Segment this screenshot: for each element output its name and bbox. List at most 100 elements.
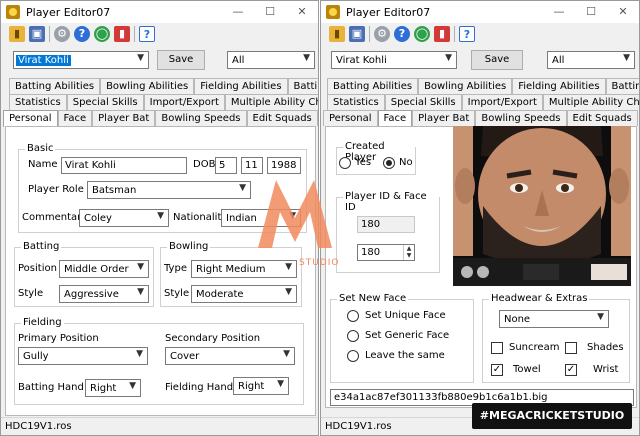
tab-import-export[interactable]: Import/Export [461, 94, 543, 110]
name-field[interactable]: Virat Kohli [61, 157, 187, 174]
set-generic-face-radio[interactable] [347, 330, 359, 342]
tab-statistics[interactable]: Statistics [327, 94, 385, 110]
about-icon[interactable]: ? [459, 26, 475, 42]
chevron-down-icon: ▼ [283, 349, 290, 359]
tab-edit-squads[interactable]: Edit Squads [566, 110, 638, 126]
minimize-button[interactable]: — [543, 1, 575, 23]
bowling-style-select[interactable]: Moderate ▼ [191, 285, 297, 303]
chevron-down-icon: ▼ [239, 183, 246, 193]
leave-same-radio[interactable] [347, 350, 359, 362]
chevron-down-icon: ▼ [623, 53, 630, 63]
tab-statistics[interactable]: Statistics [9, 94, 67, 110]
player-face-id-group: Player ID & Face ID 180 180 ▲ ▼ [336, 191, 440, 273]
gear-icon[interactable]: ⚙ [374, 26, 390, 42]
wrist-checkbox[interactable]: ✓ [565, 364, 577, 376]
save-disk-icon[interactable]: ▣ [29, 26, 45, 42]
fielding-hand-label: Fielding Hand [165, 382, 234, 393]
tab-bowling-speeds[interactable]: Bowling Speeds [475, 110, 567, 126]
leave-same-label: Leave the same [365, 350, 445, 361]
gear-icon[interactable]: ⚙ [54, 26, 70, 42]
tab-personal[interactable]: Personal [323, 110, 378, 126]
headwear-extras-group: Headwear & Extras None ▼ Suncream Shades… [482, 293, 630, 383]
minimize-button[interactable]: — [222, 1, 254, 23]
chevron-down-icon: ▼ [136, 349, 143, 359]
wrist-label: Wrist [593, 364, 619, 375]
secondary-position-select[interactable]: Cover ▼ [165, 347, 295, 365]
book-icon[interactable]: ▮ [434, 26, 450, 42]
tab-bowling-speeds[interactable]: Bowling Speeds [155, 110, 247, 126]
batting-style-select[interactable]: Aggressive ▼ [59, 285, 149, 303]
headwear-select[interactable]: None ▼ [499, 310, 609, 328]
tab-bowling-abilities[interactable]: Bowling Abilities [100, 78, 195, 94]
filter-select[interactable]: All ▼ [547, 51, 635, 69]
dob-day-field[interactable]: 5 [215, 157, 237, 174]
set-unique-face-radio[interactable] [347, 310, 359, 322]
tab-face[interactable]: Face [57, 110, 93, 126]
open-folder-icon[interactable]: ▮ [9, 26, 25, 42]
batting-hand-select[interactable]: Right ▼ [85, 379, 141, 397]
about-icon[interactable]: ? [139, 26, 155, 42]
tab-batting-skills[interactable]: Batting Skills [287, 78, 318, 94]
tab-import-export[interactable]: Import/Export [143, 94, 225, 110]
tab-row-1: Batting Abilities Bowling Abilities Fieldi… [327, 78, 639, 94]
batting-position-select[interactable]: Middle Order ▼ [59, 260, 149, 278]
help-icon[interactable]: ? [394, 26, 410, 42]
commentary-select[interactable]: Coley ▼ [79, 209, 169, 227]
save-button[interactable]: Save [157, 50, 205, 70]
tab-batting-abilities[interactable]: Batting Abilities [327, 78, 419, 94]
chevron-down-icon: ▼ [445, 53, 452, 63]
created-no-radio[interactable] [383, 157, 395, 169]
mega-studio-logo-icon [258, 180, 332, 248]
player-select[interactable]: Virat Kohli ▼ [13, 51, 149, 69]
tab-batting-skills[interactable]: Batting Skills [605, 78, 639, 94]
tab-fielding-abilities[interactable]: Fielding Abilities [194, 78, 288, 94]
tab-player-bat[interactable]: Player Bat [412, 110, 476, 126]
player-select[interactable]: Virat Kohli ▼ [331, 51, 457, 69]
tab-batting-abilities[interactable]: Batting Abilities [9, 78, 101, 94]
filter-select[interactable]: All ▼ [227, 51, 315, 69]
tab-bowling-abilities[interactable]: Bowling Abilities [418, 78, 513, 94]
chevron-down-icon: ▼ [129, 381, 136, 391]
open-folder-icon[interactable]: ▮ [329, 26, 345, 42]
save-button[interactable]: Save [471, 50, 523, 70]
tab-multiple-ability-changer[interactable]: Multiple Ability Changer [542, 94, 639, 110]
towel-checkbox[interactable]: ✓ [491, 364, 503, 376]
watermark-studio-text: STUDIO [299, 258, 340, 268]
maximize-button[interactable]: ☐ [254, 1, 286, 23]
created-yes-label: Yes [355, 157, 372, 168]
tab-edit-squads[interactable]: Edit Squads [246, 110, 318, 126]
globe-icon[interactable]: ◯ [414, 26, 430, 42]
tab-row-2: Statistics Special Skills Import/Export Mul… [9, 94, 318, 110]
shades-checkbox[interactable] [565, 342, 577, 354]
nationality-label: Nationality [173, 212, 228, 223]
player-role-select[interactable]: Batsman ▼ [87, 181, 251, 199]
tab-fielding-abilities[interactable]: Fielding Abilities [512, 78, 606, 94]
tab-multiple-ability-changer[interactable]: Multiple Ability Changer [224, 94, 318, 110]
book-icon[interactable]: ▮ [114, 26, 130, 42]
tab-special-skills[interactable]: Special Skills [384, 94, 462, 110]
fielding-hand-select[interactable]: Right ▼ [233, 377, 289, 395]
save-disk-icon[interactable]: ▣ [349, 26, 365, 42]
spin-arrows-icon[interactable]: ▲ ▼ [403, 245, 414, 260]
batting-style-label: Style [18, 288, 44, 299]
shades-label: Shades [587, 342, 624, 353]
maximize-button[interactable]: ☐ [575, 1, 607, 23]
close-button[interactable]: ✕ [286, 1, 318, 23]
bowling-type-select[interactable]: Right Medium ▼ [191, 260, 297, 278]
help-icon[interactable]: ? [74, 26, 90, 42]
created-yes-radio[interactable] [339, 157, 351, 169]
tab-player-bat[interactable]: Player Bat [92, 110, 156, 126]
tab-face[interactable]: Face [377, 110, 413, 127]
globe-icon[interactable]: ◯ [94, 26, 110, 42]
tab-personal[interactable]: Personal [3, 110, 58, 127]
commentary-label: Commentary [22, 212, 88, 223]
tab-special-skills[interactable]: Special Skills [66, 94, 144, 110]
title-bar: Player Editor07 — ☐ ✕ [1, 1, 318, 23]
primary-position-select[interactable]: Gully ▼ [18, 347, 148, 365]
title-bar: Player Editor07 — ☐ ✕ [321, 1, 639, 23]
suncream-checkbox[interactable] [491, 342, 503, 354]
face-id-stepper[interactable]: 180 ▲ ▼ [357, 244, 415, 261]
tab-row-3: Personal Face Player Bat Bowling Speeds Edit… [323, 110, 638, 127]
created-player-group: Created Player Yes No [336, 141, 416, 175]
close-button[interactable]: ✕ [607, 1, 639, 23]
